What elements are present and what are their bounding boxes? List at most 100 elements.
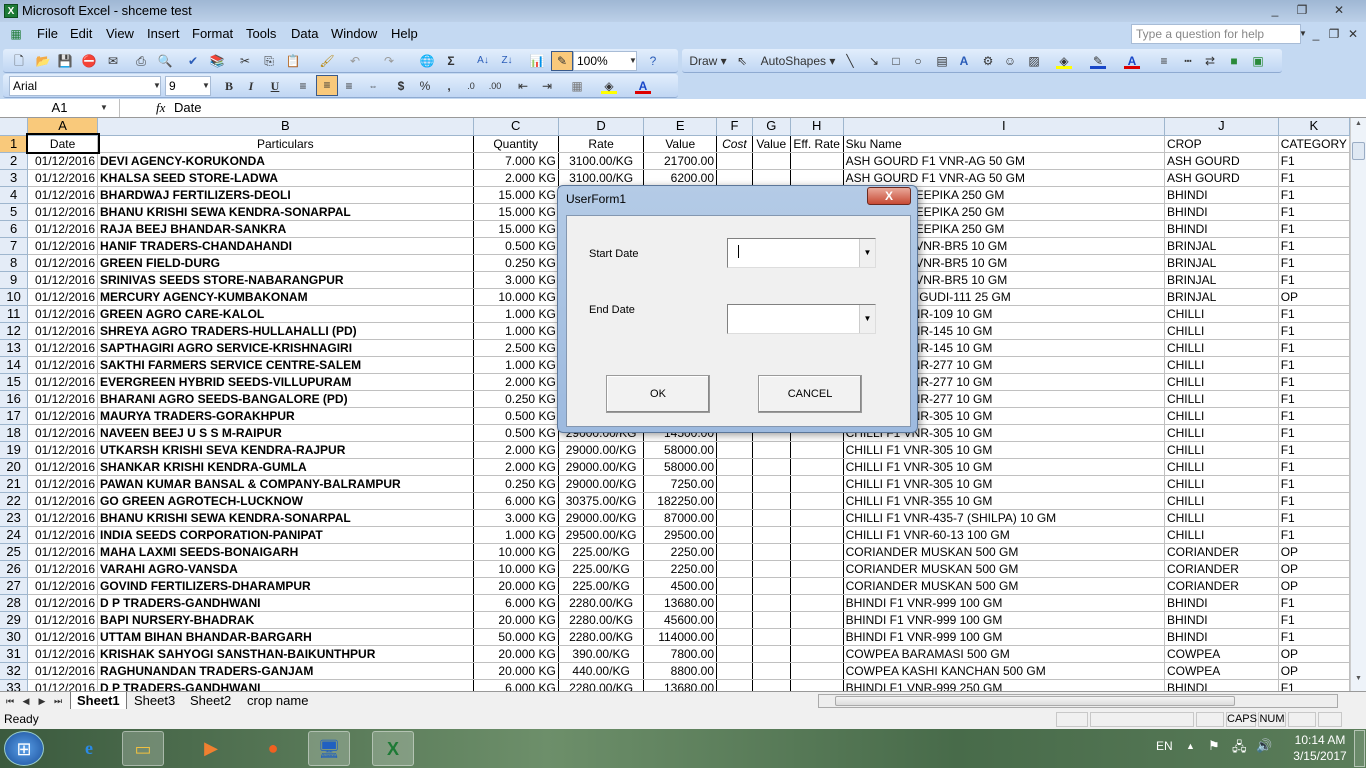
cell-i[interactable]: CHILLI F1 VNR-60-13 100 GM (843, 526, 1165, 544)
cell-a[interactable]: 01/12/2016 (27, 475, 99, 493)
cell-k[interactable]: F1 (1278, 611, 1350, 629)
first-sheet-icon[interactable]: ⏮ (2, 693, 18, 709)
cell-h[interactable] (790, 526, 844, 544)
font-color-format-icon[interactable]: A (635, 78, 651, 94)
chart-wizard-icon[interactable]: 📊 (529, 53, 545, 69)
cell-c[interactable]: 1.000 KG (473, 526, 559, 544)
cell-f[interactable] (716, 441, 753, 459)
cell-a[interactable]: 01/12/2016 (27, 560, 99, 578)
cell-h[interactable] (790, 645, 844, 663)
cell-d[interactable]: 29500.00/KG (558, 526, 645, 544)
column-header-i[interactable]: I (843, 118, 1165, 136)
cell-a[interactable]: 01/12/2016 (27, 662, 99, 680)
cell-a[interactable]: 01/12/2016 (27, 458, 99, 476)
cell-b[interactable]: GREEN AGRO CARE-KALOL (97, 305, 474, 323)
row-header[interactable]: 28 (0, 594, 29, 612)
cell-h[interactable] (790, 662, 844, 680)
column-header-k[interactable]: K (1278, 118, 1350, 136)
horizontal-scroll-thumb[interactable] (835, 696, 1235, 706)
textbox-icon[interactable]: ▤ (934, 53, 950, 69)
cell-j[interactable]: CORIANDER (1164, 543, 1279, 561)
cell-j[interactable]: CORIANDER (1164, 577, 1279, 595)
column-header-h[interactable]: H (790, 118, 844, 136)
dash-style-icon[interactable]: ┅ (1180, 53, 1196, 69)
cell-f[interactable] (716, 509, 753, 527)
column-header-f[interactable]: F (716, 118, 753, 136)
cell-a[interactable]: 01/12/2016 (27, 186, 99, 204)
cell-j[interactable]: COWPEA (1164, 662, 1279, 680)
media-player-icon[interactable]: ▶ (190, 731, 232, 766)
cell-e[interactable]: 2250.00 (643, 543, 718, 561)
minimize-button[interactable]: _ (1262, 2, 1288, 18)
file-explorer-icon[interactable]: ▭ (122, 731, 164, 766)
vertical-scroll-thumb[interactable] (1352, 142, 1365, 160)
cell-a[interactable]: 01/12/2016 (27, 305, 99, 323)
borders-icon[interactable]: ▦ (569, 78, 585, 94)
cell-c[interactable]: 2.500 KG (473, 339, 559, 357)
cell-k[interactable]: F1 (1278, 407, 1350, 425)
row-header[interactable]: 11 (0, 305, 29, 323)
row-header[interactable]: 19 (0, 441, 29, 459)
decrease-indent-icon[interactable]: ⇤ (515, 78, 531, 94)
cell-i[interactable]: CHILLI F1 VNR-435-7 (SHILPA) 10 GM (843, 509, 1165, 527)
cell-k[interactable]: F1 (1278, 356, 1350, 374)
row-header[interactable]: 27 (0, 577, 29, 595)
row-header[interactable]: 22 (0, 492, 29, 510)
cell-k[interactable]: F1 (1278, 475, 1350, 493)
cell-j[interactable]: ASH GOURD (1164, 152, 1279, 170)
autoshapes-menu[interactable]: AutoShapes ▾ (760, 53, 836, 69)
menu-help[interactable]: Help (391, 26, 418, 42)
cell-k[interactable]: F1 (1278, 526, 1350, 544)
cell-b[interactable]: GREEN FIELD-DURG (97, 254, 474, 272)
cell-e[interactable]: 87000.00 (643, 509, 718, 527)
cell-c[interactable]: 0.500 KG (473, 407, 559, 425)
cell-a[interactable]: 01/12/2016 (27, 628, 99, 646)
clipart-icon[interactable]: ☺ (1002, 53, 1018, 69)
cell-a[interactable]: 01/12/2016 (27, 441, 99, 459)
email-icon[interactable]: ✉ (105, 53, 121, 69)
permission-icon[interactable]: ⛔ (81, 53, 97, 69)
cell-a[interactable]: 01/12/2016 (27, 492, 99, 510)
cell-f[interactable] (716, 526, 753, 544)
cell-i[interactable]: ASH GOURD F1 VNR-AG 50 GM (843, 169, 1165, 187)
last-sheet-icon[interactable]: ⏭ (50, 693, 66, 709)
format-painter-icon[interactable]: 🖌 (319, 53, 335, 69)
scroll-down-icon[interactable]: ▼ (1352, 675, 1365, 687)
cell-d[interactable]: 2280.00/KG (558, 594, 645, 612)
align-right-icon[interactable]: ≡ (341, 78, 357, 94)
cell-a[interactable]: 01/12/2016 (27, 339, 99, 357)
cell-b[interactable]: D P TRADERS-GANDHWANI (97, 594, 474, 612)
3d-style-icon[interactable]: ▣ (1250, 53, 1266, 69)
open-icon[interactable]: 📂 (35, 53, 51, 69)
cell-a[interactable]: 01/12/2016 (27, 645, 99, 663)
cell-i[interactable]: CORIANDER MUSKAN 500 GM (843, 560, 1165, 578)
cell-b[interactable]: BAPI NURSERY-BHADRAK (97, 611, 474, 629)
row-header[interactable]: 5 (0, 203, 29, 221)
select-all-corner[interactable] (0, 118, 29, 136)
cell-f[interactable] (716, 152, 753, 170)
zoom-dropdown-icon[interactable]: ▼ (625, 53, 641, 69)
cell-h[interactable] (790, 441, 844, 459)
cell-e[interactable]: 29500.00 (643, 526, 718, 544)
cell-f[interactable] (716, 169, 753, 187)
cell-k[interactable]: F1 (1278, 169, 1350, 187)
cell-a[interactable]: 01/12/2016 (27, 152, 99, 170)
row-header[interactable]: 10 (0, 288, 29, 306)
cell-g[interactable] (752, 577, 791, 595)
cell-f[interactable] (716, 560, 753, 578)
increase-decimal-icon[interactable]: .0 (463, 78, 479, 94)
cell-b[interactable]: GO GREEN AGROTECH-LUCKNOW (97, 492, 474, 510)
cell-c[interactable]: 20.000 KG (473, 645, 559, 663)
cell-c[interactable]: 10.000 KG (473, 543, 559, 561)
align-left-icon[interactable]: ≡ (295, 78, 311, 94)
cell-j[interactable]: BHINDI (1164, 203, 1279, 221)
cell-g[interactable] (752, 560, 791, 578)
cell-b[interactable]: BHARANI AGRO SEEDS-BANGALORE (PD) (97, 390, 474, 408)
cell-g[interactable] (752, 492, 791, 510)
cell-c[interactable]: 2.000 KG (473, 169, 559, 187)
cell-g[interactable] (752, 628, 791, 646)
cell-j[interactable]: CHILLI (1164, 458, 1279, 476)
cell-k[interactable]: OP (1278, 288, 1350, 306)
column-header-e[interactable]: E (643, 118, 718, 136)
cell-k[interactable]: OP (1278, 645, 1350, 663)
